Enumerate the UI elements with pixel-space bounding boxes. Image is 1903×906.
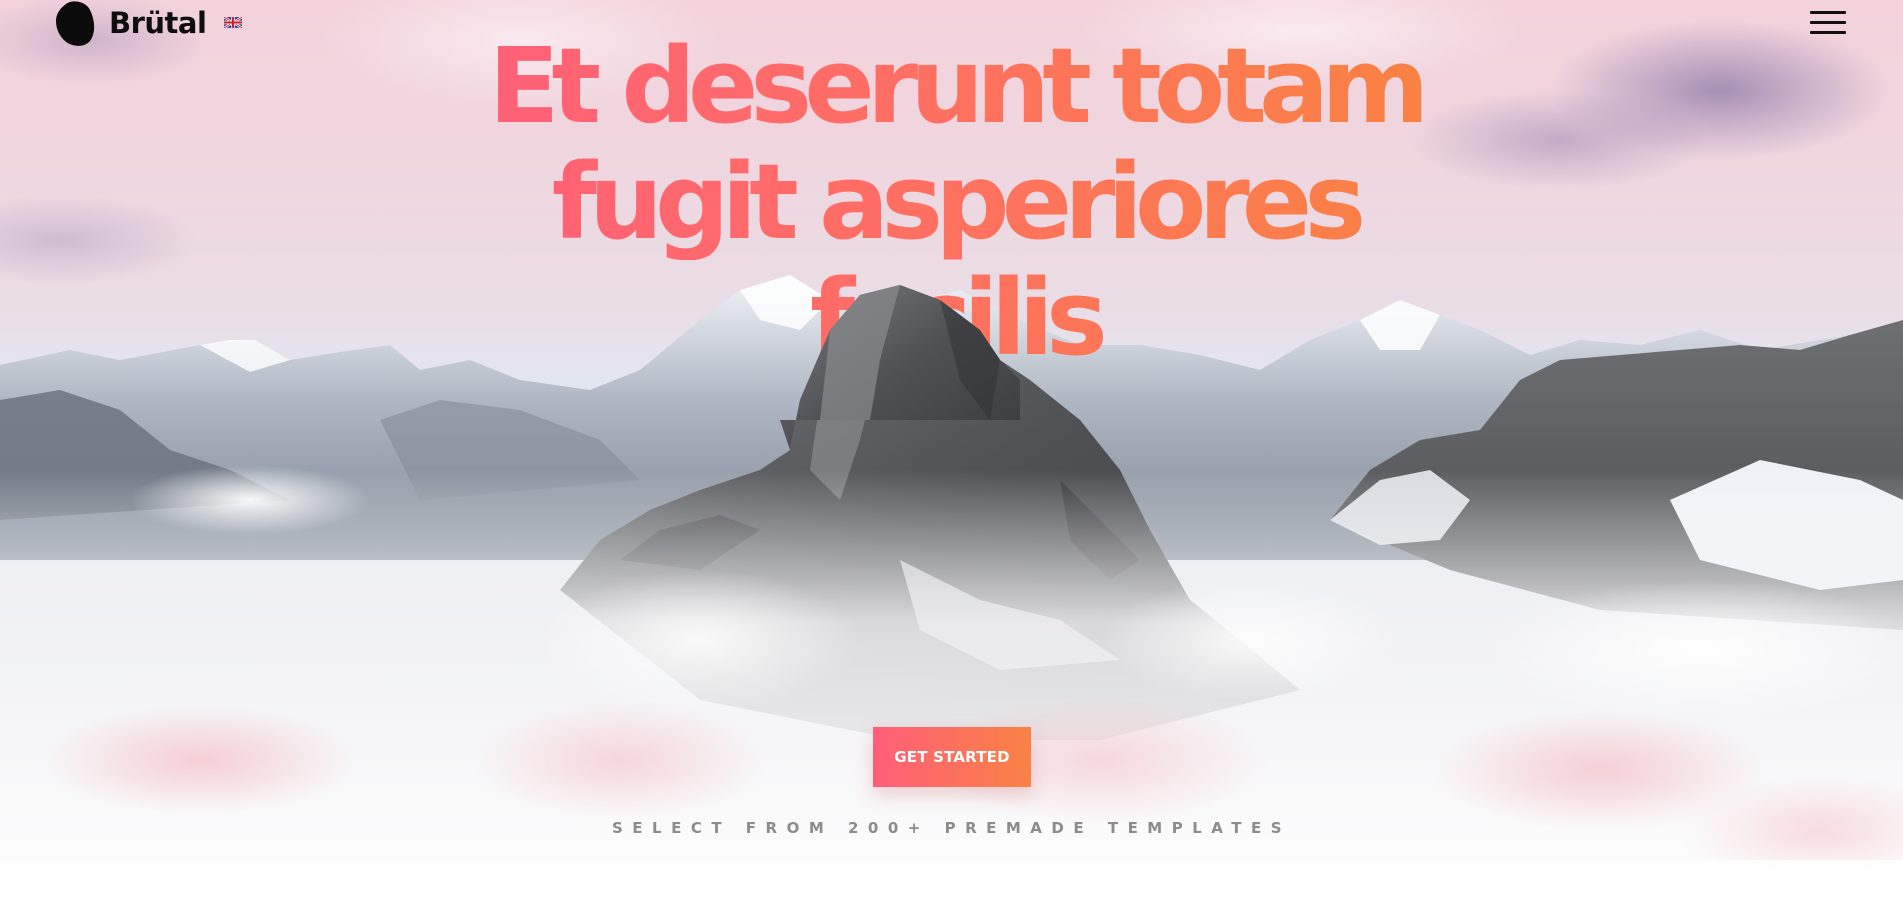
blob-logo-icon[interactable] bbox=[52, 0, 97, 48]
menu-bar-line bbox=[1810, 31, 1846, 34]
headline-line-2: fugit asperiores bbox=[420, 144, 1490, 260]
hero-headline: Et deserunt totam fugit asperiores facil… bbox=[420, 28, 1490, 376]
headline-line-3: facilis bbox=[420, 260, 1490, 376]
hamburger-menu-icon[interactable] bbox=[1808, 8, 1848, 38]
brand-name[interactable]: Brütal bbox=[109, 4, 207, 42]
templates-tagline: SELECT FROM 200+ PREMADE TEMPLATES bbox=[611, 819, 1292, 837]
uk-flag-icon[interactable] bbox=[224, 17, 242, 28]
menu-bar-line bbox=[1810, 21, 1846, 24]
get-started-button[interactable]: GET STARTED bbox=[873, 727, 1031, 787]
hero-section: Brütal Et deserunt totam fugit asperiore… bbox=[0, 0, 1903, 906]
menu-bar-line bbox=[1810, 11, 1846, 14]
headline-line-1: Et deserunt totam bbox=[420, 28, 1490, 144]
